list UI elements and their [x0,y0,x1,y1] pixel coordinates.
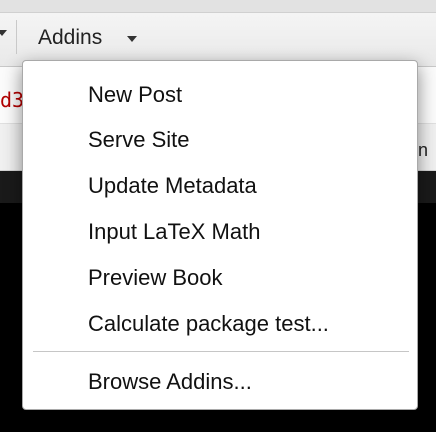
chevron-down-icon[interactable] [0,30,7,36]
menu-item-calculate-package-test[interactable]: Calculate package test... [23,302,417,346]
menu-item-preview-book[interactable]: Preview Book [23,256,417,300]
addins-button-label: Addins [38,26,103,49]
toolbar: Addins [0,0,436,67]
toolbar-separator [16,20,17,54]
chevron-down-icon[interactable] [127,36,137,42]
menu-item-input-latex-math[interactable]: Input LaTeX Math [23,210,417,254]
editor-tab-edge-text: n [418,140,429,160]
menu-item-serve-site[interactable]: Serve Site [23,118,417,162]
menu-separator [33,351,409,352]
toolbar-top-border [0,0,436,13]
menu-item-browse-addins[interactable]: Browse Addins... [23,360,417,404]
editor-code-fragment: d3 [0,88,25,112]
addins-button[interactable]: Addins [30,22,110,54]
menu-item-update-metadata[interactable]: Update Metadata [23,164,417,208]
addins-dropdown-menu: New Post Serve Site Update Metadata Inpu… [22,60,418,410]
menu-item-new-post[interactable]: New Post [23,73,417,117]
